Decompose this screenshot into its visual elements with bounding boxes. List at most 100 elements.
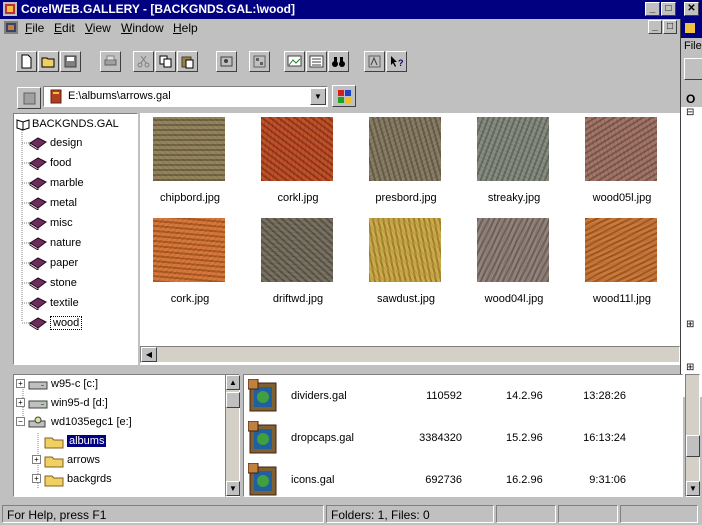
thumbnail-item[interactable]: corkl.jpg: [248, 113, 348, 208]
view-large-button[interactable]: [284, 51, 305, 72]
cut-button[interactable]: [133, 51, 154, 72]
file-name: dropcaps.gal: [291, 432, 354, 444]
mdi-restore-button[interactable]: □: [663, 20, 677, 34]
thumbnail-item[interactable]: streaky.jpg: [464, 113, 564, 208]
expand-icon[interactable]: +: [32, 455, 41, 464]
thumbnail-item[interactable]: sawdust.jpg: [356, 214, 456, 309]
thumbnail-image[interactable]: [585, 117, 657, 181]
thumbnail-image[interactable]: [153, 218, 225, 282]
document-icon[interactable]: [3, 20, 19, 35]
open-folder-icon: [41, 57, 55, 68]
color-palette-button[interactable]: [332, 85, 356, 107]
scroll-down-button[interactable]: ▼: [686, 481, 700, 496]
menu-edit-mnemonic: E: [54, 21, 63, 35]
gallery-root-button[interactable]: [17, 87, 41, 109]
view-details-button[interactable]: [306, 51, 327, 72]
horizontal-scrollbar[interactable]: ◀: [140, 346, 680, 363]
secondary-window[interactable]: File O ⊟ ⊞ ⊞: [680, 19, 702, 428]
close-button[interactable]: ✕: [684, 2, 699, 16]
maximize-button[interactable]: □: [661, 2, 676, 16]
secondary-menu-file[interactable]: File: [684, 40, 702, 52]
secondary-title-bar[interactable]: [681, 19, 702, 38]
scroll-up-button[interactable]: ▲: [226, 375, 240, 390]
secondary-toolbar-button[interactable]: [684, 58, 702, 80]
scroll-thumb[interactable]: [226, 392, 240, 408]
gallery-root-icon: [23, 92, 35, 104]
file-row[interactable]: icons.gal 692736 16.2.96 9:31:06: [244, 461, 684, 503]
title-bar[interactable]: CorelWEB.GALLERY - [BACKGNDS.GAL:\wood] …: [0, 0, 702, 19]
mdi-minimize-button[interactable]: _: [648, 20, 662, 34]
thumbnail-item[interactable]: presbord.jpg: [356, 113, 456, 208]
menu-bar: File Edit View Window Help _ □: [0, 19, 680, 37]
tree-item-label: paper: [50, 257, 79, 269]
thumbnail-item[interactable]: wood11l.jpg: [572, 214, 672, 309]
new-document-icon: [21, 54, 32, 69]
menu-help[interactable]: Help: [173, 21, 198, 35]
expand-icon[interactable]: +: [32, 474, 41, 483]
file-list-scrollbar[interactable]: ▼: [685, 374, 700, 497]
save-button[interactable]: [60, 51, 81, 72]
expand-icon[interactable]: ⊟: [686, 107, 694, 118]
menu-view[interactable]: View: [85, 21, 111, 35]
thumbnail-caption: corkl.jpg: [277, 192, 319, 204]
thumbnail-image[interactable]: [369, 218, 441, 282]
publish-button[interactable]: [364, 51, 385, 72]
palette-icon: [337, 89, 351, 103]
thumbnail-image[interactable]: [261, 117, 333, 181]
find-button[interactable]: [328, 51, 349, 72]
menu-help-label: elp: [181, 21, 198, 35]
file-list: dividers.gal 110592 14.2.96 13:28:26 dropcap…: [243, 374, 683, 497]
open-button[interactable]: [38, 51, 59, 72]
tree-root-label: BACKGNDS.GAL: [32, 118, 119, 130]
gallery-button[interactable]: [249, 51, 270, 72]
thumbnail-image[interactable]: [477, 117, 549, 181]
book-icon: [29, 257, 47, 270]
print-button[interactable]: [100, 51, 121, 72]
thumbnail-item[interactable]: chipbord.jpg: [140, 113, 240, 208]
hard-drive-icon: [28, 400, 48, 409]
thumbnail-item[interactable]: wood04l.jpg: [464, 214, 564, 309]
thumbnail-item[interactable]: driftwd.jpg: [248, 214, 348, 309]
expand-icon[interactable]: ⊞: [686, 362, 694, 373]
thumbnail-caption: wood05l.jpg: [592, 192, 652, 204]
help-arrow-icon: ?: [391, 56, 404, 68]
thumbnail-image[interactable]: [585, 218, 657, 282]
expand-icon[interactable]: +: [16, 379, 25, 388]
thumbnail-item[interactable]: cork.jpg: [140, 214, 240, 309]
thumbnail-image[interactable]: [153, 117, 225, 181]
path-dropdown-button[interactable]: ▼: [310, 88, 326, 105]
thumbnail-caption: presbord.jpg: [375, 192, 437, 204]
thumbnail-image[interactable]: [369, 117, 441, 181]
menu-window[interactable]: Window: [121, 21, 164, 35]
thumbnail-item[interactable]: wood05l.jpg: [572, 113, 672, 208]
context-help-button[interactable]: ?: [386, 51, 407, 72]
scroll-down-button[interactable]: ▼: [226, 481, 240, 496]
thumbnail-caption: chipbord.jpg: [160, 192, 220, 204]
copy-icon: [159, 55, 172, 68]
album-path-value: E:\albums\arrows.gal: [68, 90, 171, 102]
file-time: 13:28:26: [583, 390, 626, 402]
expand-icon[interactable]: ⊞: [686, 319, 694, 330]
properties-button[interactable]: [216, 51, 237, 72]
directory-scrollbar[interactable]: ▲ ▼: [225, 374, 240, 497]
menu-file[interactable]: File: [25, 21, 44, 35]
menu-edit[interactable]: Edit: [54, 21, 75, 35]
thumbnail-caption: sawdust.jpg: [376, 293, 436, 305]
paste-button[interactable]: [177, 51, 198, 72]
expand-icon[interactable]: +: [16, 398, 25, 407]
directory-tree: + w95-c [c:] + win95-d [d:] − wd1035egc1 [e:]…: [13, 374, 239, 497]
album-path-combobox[interactable]: E:\albums\arrows.gal ▼: [43, 86, 328, 107]
collapse-icon[interactable]: −: [16, 417, 25, 426]
file-row[interactable]: dropcaps.gal 3384320 15.2.96 16:13:24: [244, 419, 684, 461]
app-icon[interactable]: [3, 2, 17, 16]
thumbnail-caption: wood11l.jpg: [593, 293, 651, 305]
scroll-thumb[interactable]: [686, 435, 700, 457]
minimize-button[interactable]: _: [645, 2, 660, 16]
thumbnail-image[interactable]: [477, 218, 549, 282]
tree-item-label: food: [50, 157, 72, 169]
thumbnail-image[interactable]: [261, 218, 333, 282]
copy-button[interactable]: [155, 51, 176, 72]
file-row[interactable]: dividers.gal 110592 14.2.96 13:28:26: [244, 377, 684, 419]
scroll-left-button[interactable]: ◀: [141, 347, 157, 362]
new-button[interactable]: [16, 51, 37, 72]
